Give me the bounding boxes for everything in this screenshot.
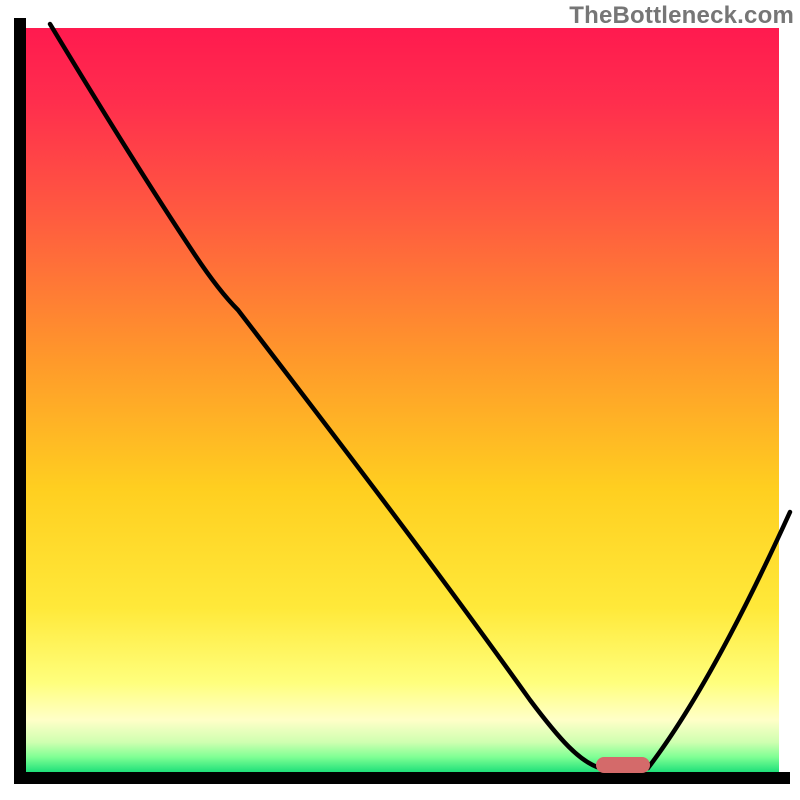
- optimum-marker: [596, 757, 650, 773]
- plot-area: [25, 28, 779, 772]
- watermark-text: TheBottleneck.com: [569, 2, 794, 30]
- y-axis: [14, 18, 26, 782]
- bottleneck-chart: [0, 0, 800, 800]
- chart-container: TheBottleneck.com: [0, 0, 800, 800]
- gradient-background: [25, 28, 779, 772]
- x-axis: [14, 772, 790, 784]
